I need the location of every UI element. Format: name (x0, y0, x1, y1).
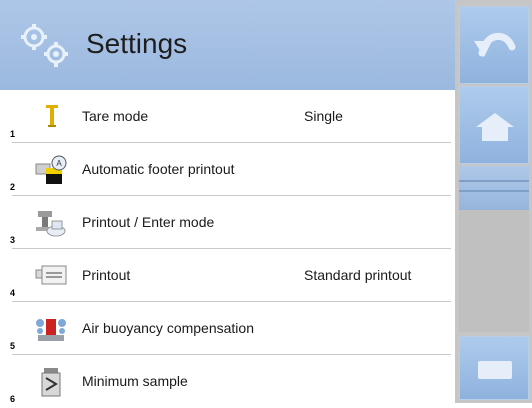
scrollbar-thumb[interactable] (459, 166, 529, 210)
gears-icon (21, 24, 68, 67)
printer-icon (35, 265, 67, 285)
item-label: Automatic footer printout (82, 161, 235, 177)
item-number: 1 (10, 129, 16, 139)
list-item-automatic-footer-printout[interactable]: A Automatic footer printout 2 (0, 143, 455, 196)
page-title: Settings (86, 28, 188, 59)
tare-icon (46, 105, 58, 127)
item-label: Tare mode (82, 108, 149, 124)
list-item-printout[interactable]: Printout Standard printout 4 (0, 249, 455, 302)
air-buoyancy-icon (36, 319, 66, 341)
svg-text:A: A (56, 159, 62, 168)
item-number: 5 (10, 341, 16, 351)
sidebar (455, 0, 532, 403)
item-label: Air buoyancy compensation (82, 320, 254, 336)
thumb-grip (459, 190, 529, 192)
item-label: Printout / Enter mode (82, 214, 215, 230)
scrollbar-track[interactable] (459, 166, 529, 332)
item-number: 4 (10, 288, 16, 298)
list-item-tare-mode[interactable]: Tare mode Single 1 (0, 90, 455, 143)
list-item-air-buoyancy-compensation[interactable]: Air buoyancy compensation 5 (0, 302, 455, 355)
back-arrow-icon (474, 33, 516, 57)
keyboard-button[interactable] (459, 336, 529, 400)
thumb-grip (459, 180, 529, 182)
home-icon (476, 113, 514, 141)
minimum-sample-icon (41, 368, 61, 397)
item-value: Single (304, 108, 343, 124)
settings-list: Tare mode Single 1 A Automatic footer pr… (0, 90, 455, 404)
item-number: 3 (10, 235, 16, 245)
list-item-minimum-sample[interactable]: Minimum sample 6 (0, 355, 455, 408)
item-value: Standard printout (304, 267, 412, 283)
auto-printout-icon: A (35, 155, 67, 184)
item-number: 2 (10, 182, 16, 192)
keyboard-icon (478, 361, 512, 379)
home-button[interactable] (459, 86, 529, 164)
item-label: Printout (82, 267, 131, 283)
list-item-printout-enter-mode[interactable]: Printout / Enter mode 3 (0, 196, 455, 249)
header-bar: Settings (0, 0, 455, 90)
back-button[interactable] (459, 6, 529, 84)
item-label: Minimum sample (82, 373, 188, 389)
printout-enter-icon (36, 211, 66, 237)
